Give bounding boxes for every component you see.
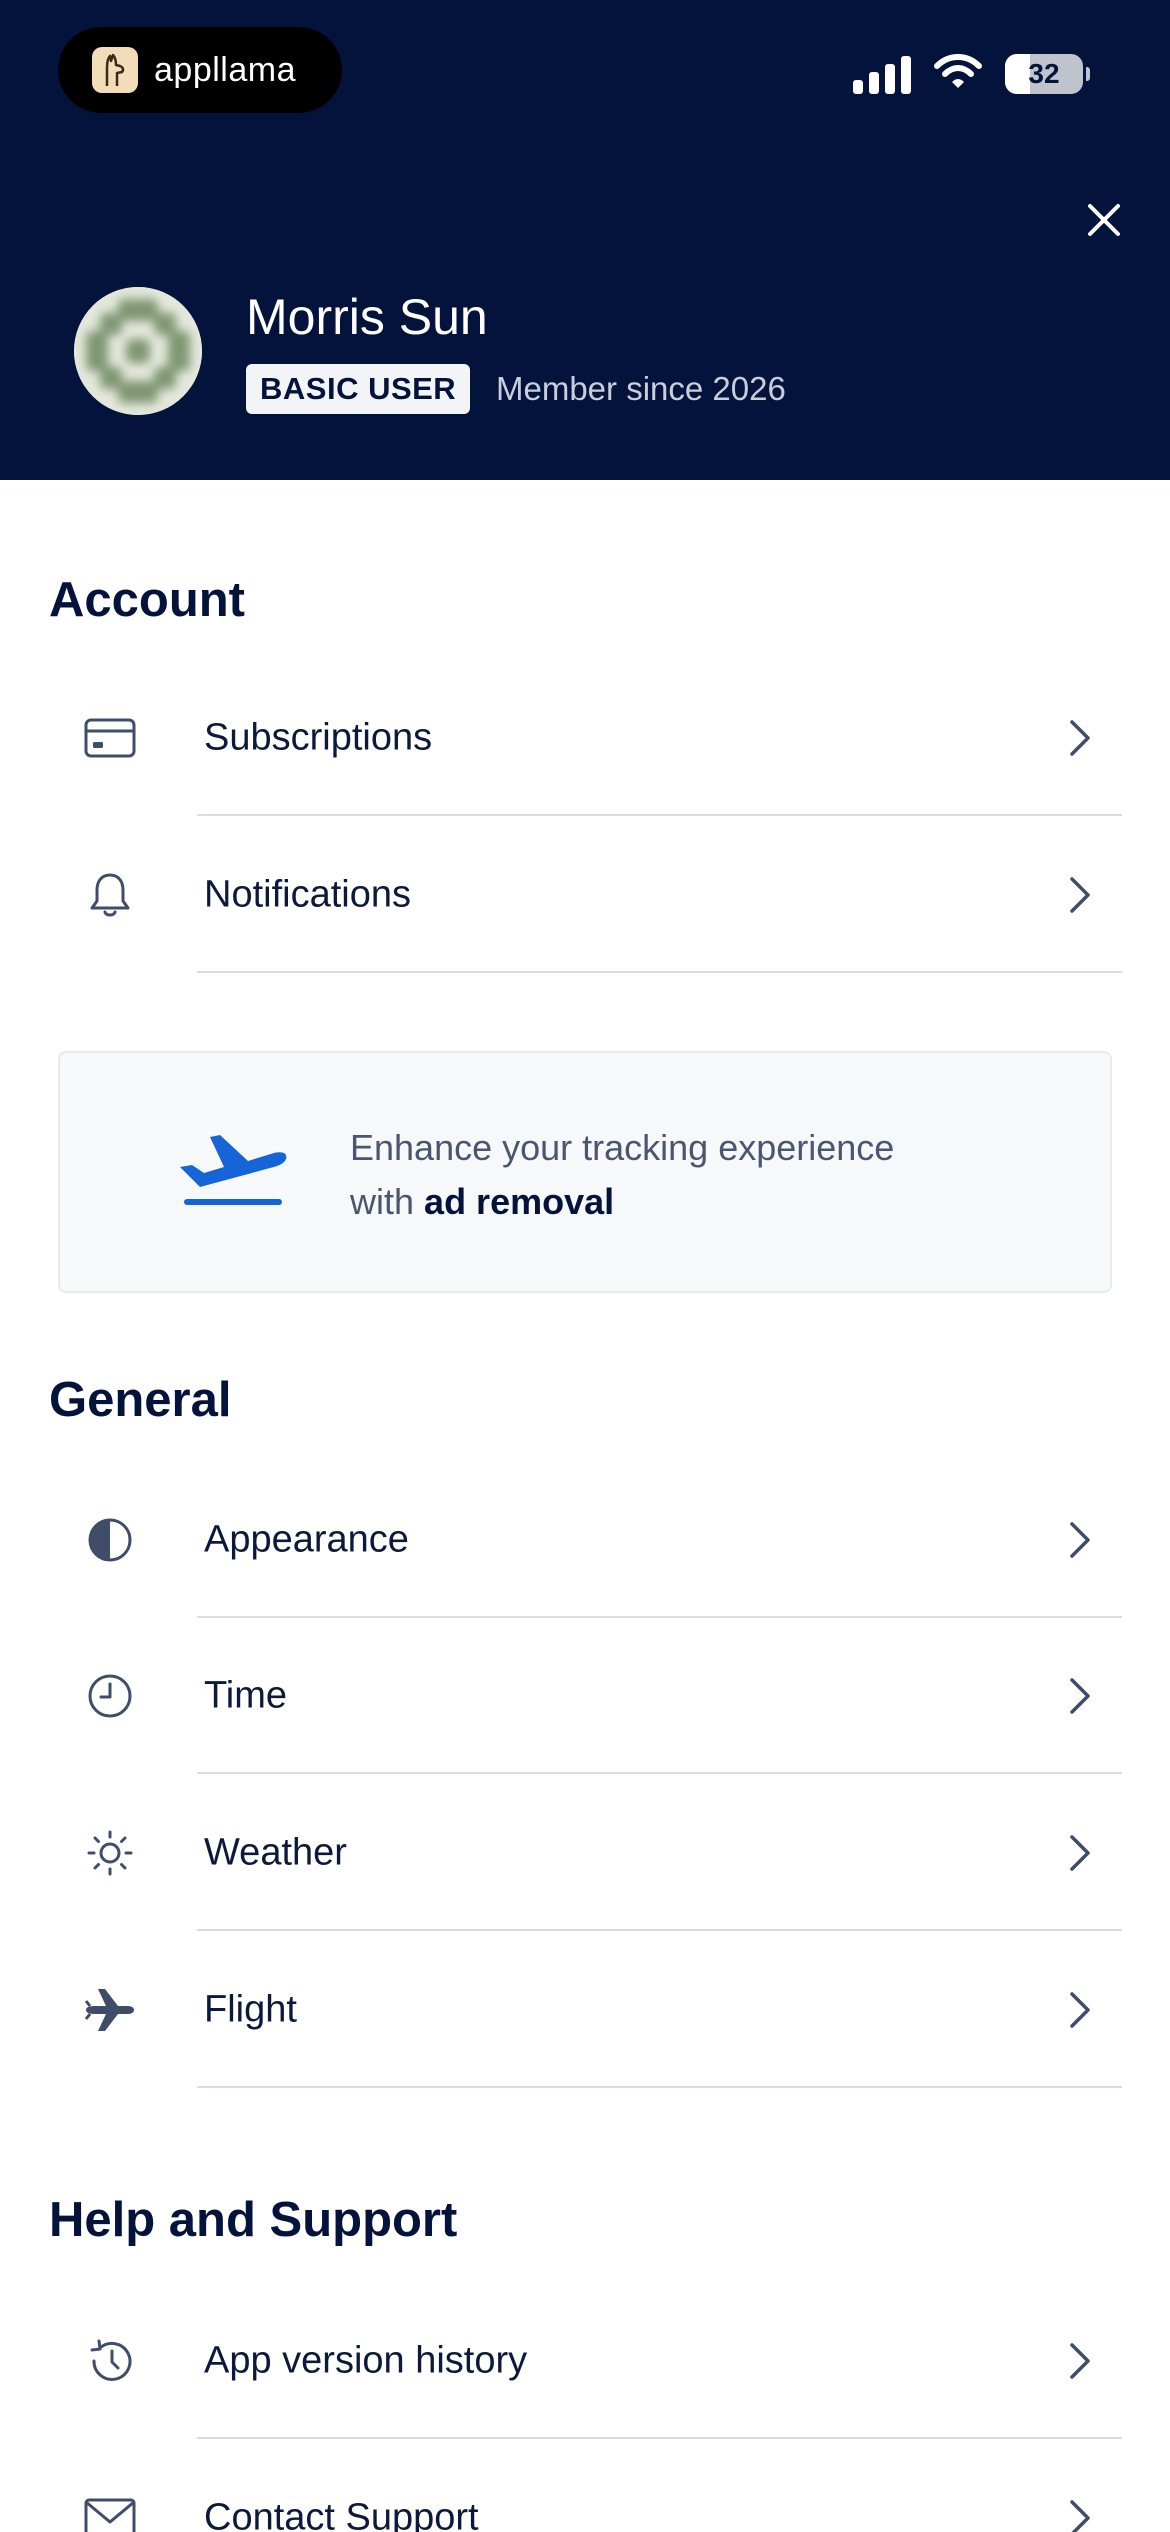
credit-card-icon: [82, 710, 138, 766]
member-since: Member since 2026: [496, 370, 786, 407]
settings-row-weather[interactable]: Weather: [0, 1775, 1170, 1931]
settings-row-flight[interactable]: Flight: [0, 1932, 1170, 2088]
chevron-right-icon: [1060, 875, 1100, 915]
promo-prefix: with: [350, 1181, 415, 1222]
row-label: Contact Support: [204, 2496, 479, 2532]
settings-row-app-version-history[interactable]: App version history: [0, 2283, 1170, 2439]
battery-level: 32: [1028, 57, 1060, 89]
profile-header: appllama 32 Morris Sun BASIC USER Member…: [0, 0, 1170, 480]
row-label: Flight: [204, 1988, 297, 2031]
chevron-right-icon: [1060, 1833, 1100, 1873]
settings-row-contact-support[interactable]: Contact Support: [0, 2440, 1170, 2532]
chevron-right-icon: [1060, 1676, 1100, 1716]
chevron-right-icon: [1060, 1990, 1100, 2030]
user-name: Morris Sun: [246, 289, 488, 345]
section-title-help: Help and Support: [49, 2193, 458, 2247]
bell-icon: [82, 867, 138, 923]
row-label: Weather: [204, 1831, 347, 1874]
history-icon: [82, 2333, 138, 2389]
close-button[interactable]: [1080, 196, 1128, 244]
settings-row-notifications[interactable]: Notifications: [0, 817, 1170, 973]
divider: [197, 2437, 1122, 2439]
close-icon: [1088, 204, 1120, 236]
settings-row-appearance[interactable]: Appearance: [0, 1462, 1170, 1618]
ad-removal-promo-card[interactable]: Enhance your tracking experience with ad…: [58, 1051, 1112, 1293]
llama-logo-icon: [92, 47, 138, 93]
chevron-right-icon: [1060, 2498, 1100, 2532]
row-label: Appearance: [204, 1518, 409, 1561]
app-indicator-pill: appllama: [58, 27, 342, 113]
chevron-right-icon: [1060, 1520, 1100, 1560]
clock-icon: [82, 1668, 138, 1724]
battery-icon: 32: [1005, 53, 1083, 94]
chevron-right-icon: [1060, 2341, 1100, 2381]
mail-icon: [82, 2490, 138, 2532]
settings-row-time[interactable]: Time: [0, 1618, 1170, 1774]
row-label: Time: [204, 1674, 288, 1717]
divider: [197, 971, 1122, 973]
section-title-general: General: [49, 1373, 232, 1427]
promo-highlight: ad removal: [424, 1181, 615, 1222]
sun-icon: [82, 1825, 138, 1881]
promo-line1: Enhance your tracking experience: [350, 1127, 895, 1168]
row-label: Subscriptions: [204, 716, 433, 759]
airplane-icon: [82, 1982, 138, 2038]
divider: [197, 1772, 1122, 1774]
promo-text: Enhance your tracking experience with ad…: [350, 1121, 894, 1229]
wifi-icon: [933, 52, 983, 95]
user-tier-badge: BASIC USER: [246, 364, 471, 414]
avatar[interactable]: [74, 287, 202, 415]
divider: [197, 2086, 1122, 2088]
cellular-signal-icon: [853, 54, 911, 94]
row-label: Notifications: [204, 873, 411, 916]
status-bar: 32: [853, 52, 1090, 95]
airplane-takeoff-icon: [178, 1129, 290, 1212]
row-label: App version history: [204, 2339, 528, 2382]
chevron-right-icon: [1060, 718, 1100, 758]
divider: [197, 814, 1122, 816]
divider: [197, 1929, 1122, 1931]
section-title-account: Account: [49, 573, 245, 627]
half-circle-icon: [82, 1512, 138, 1568]
settings-row-subscriptions[interactable]: Subscriptions: [0, 660, 1170, 816]
app-name: appllama: [154, 50, 296, 89]
